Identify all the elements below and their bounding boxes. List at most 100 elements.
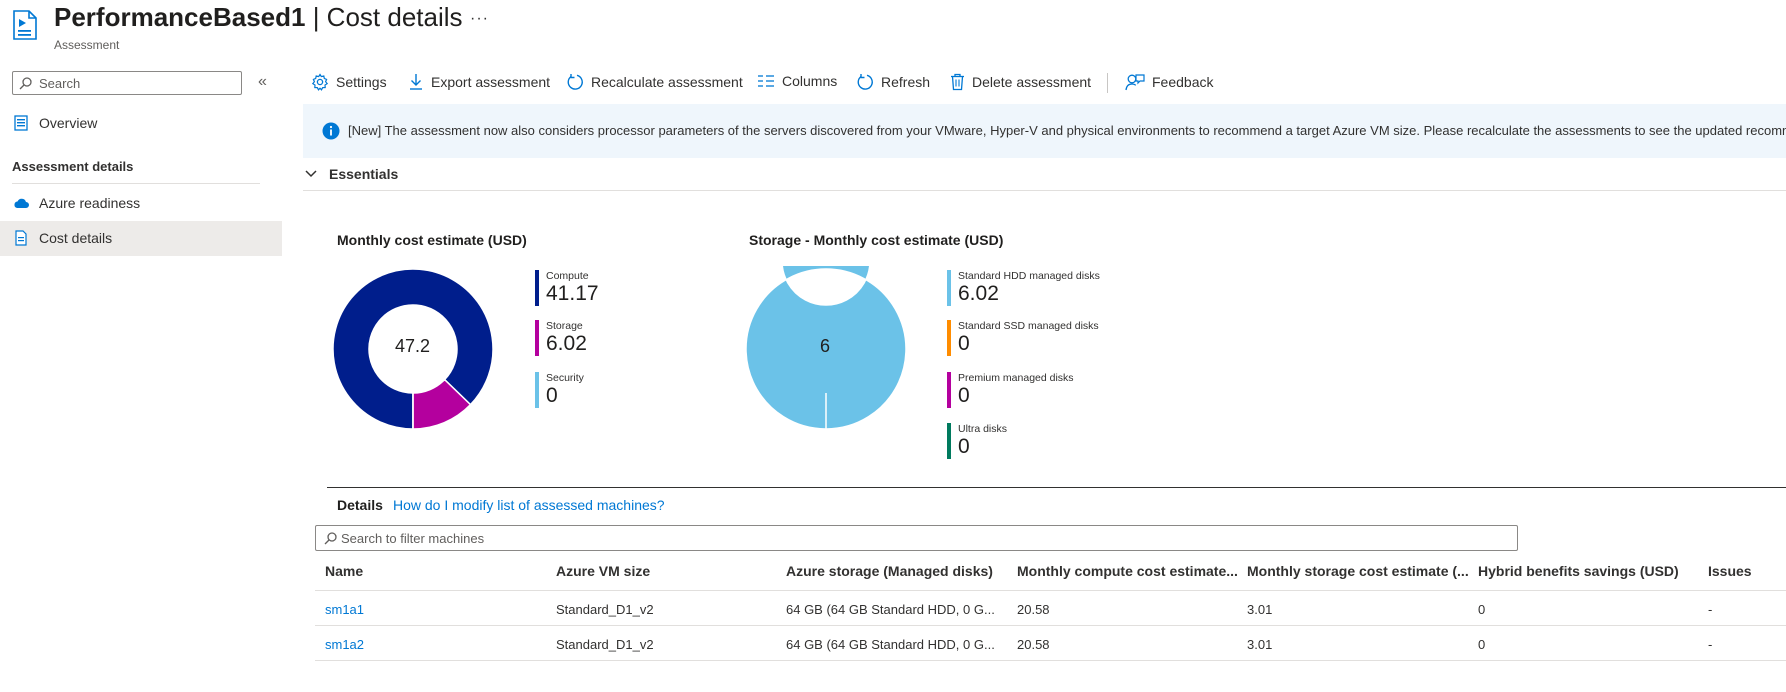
recalculate-assessment-button[interactable]: Recalculate assessment [566, 73, 743, 91]
column-header-storage-cost[interactable]: Monthly storage cost estimate (... [1247, 563, 1469, 579]
legend-standard-ssd-value: 0 [958, 332, 970, 355]
storage-chart-title: Storage - Monthly cost estimate (USD) [749, 232, 1004, 248]
table-cell-hybrid-savings: 0 [1478, 602, 1486, 617]
cost-chart-title: Monthly cost estimate (USD) [337, 232, 527, 248]
modify-machines-link[interactable]: How do I modify list of assessed machine… [393, 497, 665, 513]
table-cell-storage: 64 GB (64 GB Standard HDD, 0 G... [786, 637, 995, 652]
feedback-button[interactable]: Feedback [1125, 73, 1213, 91]
refresh-icon [857, 74, 873, 90]
table-cell-storage: 64 GB (64 GB Standard HDD, 0 G... [786, 602, 995, 617]
table-row-divider [315, 660, 1786, 661]
cost-chart-total: 47.2 [395, 336, 431, 356]
page-subtitle: Assessment [54, 38, 120, 52]
sidebar-item-overview-label: Overview [39, 115, 98, 131]
overview-icon [14, 115, 28, 131]
essentials-divider [303, 190, 1786, 191]
legend-ultra-swatch [947, 423, 951, 459]
toolbar-divider [1107, 73, 1108, 93]
essentials-toggle[interactable]: Essentials [305, 166, 398, 182]
export-assessment-label: Export assessment [431, 74, 551, 90]
settings-button[interactable]: Settings [311, 73, 387, 91]
machine-link[interactable]: sm1a1 [325, 602, 364, 617]
legend-security-value: 0 [546, 384, 558, 407]
essentials-label: Essentials [329, 166, 399, 182]
feedback-label: Feedback [1152, 74, 1214, 90]
legend-standard-ssd-swatch [947, 320, 951, 356]
table-cell-storage-cost: 3.01 [1247, 602, 1273, 617]
document-icon [15, 230, 27, 246]
legend-storage-swatch [535, 320, 539, 356]
feedback-icon [1125, 74, 1145, 91]
info-banner-text: [New] The assessment now also considers … [348, 123, 1786, 138]
machine-link[interactable]: sm1a2 [325, 637, 364, 652]
more-options-button[interactable]: ··· [470, 10, 489, 28]
table-cell-vm-size: Standard_D1_v2 [556, 602, 654, 617]
columns-button[interactable]: Columns [757, 73, 837, 89]
cloud-icon [14, 198, 29, 208]
storage-chart-total: 6 [820, 336, 831, 356]
sidebar-item-cost-details-label: Cost details [39, 230, 113, 246]
column-header-azure-storage[interactable]: Azure storage (Managed disks) [786, 563, 993, 579]
sidebar-group-title: Assessment details [12, 159, 134, 174]
table-cell-storage-cost: 3.01 [1247, 637, 1273, 652]
legend-storage-name: Storage [546, 320, 583, 332]
sidebar-item-azure-readiness[interactable]: Azure readiness [0, 186, 282, 221]
legend-storage-value: 6.02 [546, 332, 587, 355]
refresh-label: Refresh [881, 74, 931, 90]
legend-premium-value: 0 [958, 384, 970, 407]
info-banner: [New] The assessment now also considers … [303, 104, 1786, 158]
page-title-name: PerformanceBased1 [54, 2, 306, 32]
column-header-name[interactable]: Name [325, 563, 363, 579]
legend-security-swatch [535, 372, 539, 408]
columns-icon [758, 75, 774, 87]
details-title: Details [337, 497, 383, 513]
page-title-section: Cost details [326, 2, 463, 32]
settings-label: Settings [336, 74, 387, 90]
search-icon [19, 77, 32, 90]
table-cell-compute-cost: 20.58 [1017, 602, 1050, 617]
refresh-button[interactable]: Refresh [856, 73, 930, 91]
page-title: PerformanceBased1 | Cost details [54, 2, 463, 33]
legend-standard-hdd-swatch [947, 270, 951, 306]
column-header-hybrid-savings[interactable]: Hybrid benefits savings (USD) [1478, 563, 1679, 579]
info-icon [322, 122, 340, 140]
download-icon [410, 74, 422, 90]
details-divider [327, 487, 1786, 488]
delete-icon [951, 73, 964, 91]
legend-premium-swatch [947, 372, 951, 408]
column-header-compute-cost[interactable]: Monthly compute cost estimate... [1017, 563, 1238, 579]
table-cell-issues: - [1708, 637, 1713, 652]
column-header-vm-size[interactable]: Azure VM size [556, 563, 650, 579]
sidebar-item-azure-readiness-label: Azure readiness [39, 195, 141, 211]
page-title-separator: | [305, 2, 327, 32]
sidebar-search-input[interactable]: Search [12, 71, 242, 95]
filter-machines-placeholder: Search to filter machines [341, 531, 485, 546]
delete-assessment-label: Delete assessment [972, 74, 1092, 90]
search-icon [324, 532, 337, 545]
legend-premium-name: Premium managed disks [958, 372, 1074, 384]
sidebar-item-overview[interactable]: Overview [0, 106, 282, 141]
table-cell-vm-size: Standard_D1_v2 [556, 637, 654, 652]
sidebar-item-cost-details[interactable]: Cost details [0, 221, 282, 256]
sidebar-group-divider [12, 183, 260, 184]
assessment-document-icon [12, 10, 38, 40]
delete-assessment-button[interactable]: Delete assessment [950, 73, 1091, 91]
table-cell-compute-cost: 20.58 [1017, 637, 1050, 652]
chevron-down-icon [305, 170, 317, 178]
columns-label: Columns [782, 73, 838, 89]
sidebar-search-placeholder: Search [39, 76, 81, 91]
legend-standard-hdd-name: Standard HDD managed disks [958, 270, 1100, 282]
legend-standard-ssd-name: Standard SSD managed disks [958, 320, 1099, 332]
legend-ultra-name: Ultra disks [958, 423, 1008, 435]
legend-standard-hdd-value: 6.02 [958, 282, 999, 305]
export-assessment-button[interactable]: Export assessment [408, 73, 550, 91]
legend-security-name: Security [546, 372, 584, 384]
recalculate-assessment-label: Recalculate assessment [591, 74, 743, 90]
collapse-sidebar-button[interactable]: « [258, 73, 267, 91]
recalculate-icon [567, 74, 583, 90]
filter-machines-input[interactable]: Search to filter machines [315, 525, 1518, 551]
gear-icon [311, 73, 329, 91]
table-cell-hybrid-savings: 0 [1478, 637, 1486, 652]
legend-ultra-value: 0 [958, 435, 970, 458]
column-header-issues[interactable]: Issues [1708, 563, 1752, 579]
